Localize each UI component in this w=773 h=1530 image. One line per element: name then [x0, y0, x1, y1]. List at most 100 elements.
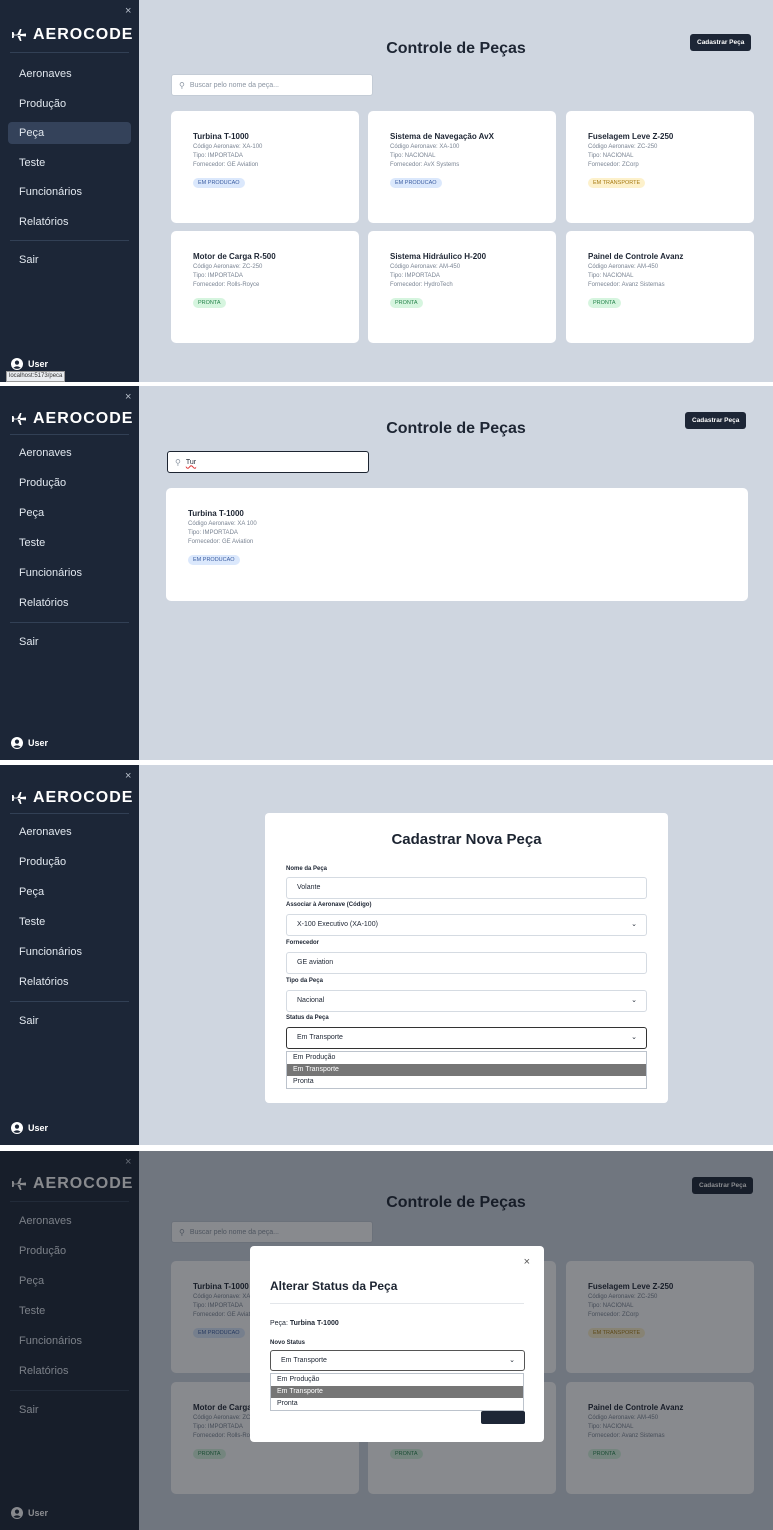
part-aircraft-code: Código Aeronave: AM-450 — [390, 264, 461, 270]
part-supplier: Fornecedor: Avanz Sistemas — [588, 282, 665, 288]
status-option[interactable]: Em Produção — [287, 1052, 646, 1064]
part-card[interactable]: Turbina T-1000 Código Aeronave: XA-100 T… — [171, 111, 359, 223]
sidebar-item-relatorios[interactable]: Relatórios — [8, 971, 131, 993]
page-title: Controle de Peças — [386, 420, 526, 437]
aircraft-label: Associar à Aeronave (Código) — [286, 902, 372, 908]
selected-part: Peça: Turbina T-1000 — [270, 1320, 339, 1327]
status-option[interactable]: Pronta — [271, 1398, 523, 1410]
part-card[interactable]: Painel de Controle Avanz Código Aeronave… — [566, 231, 754, 343]
sidebar-item-sair[interactable]: Sair — [8, 1010, 131, 1032]
part-type: Tipo: IMPORTADA — [193, 273, 243, 279]
part-name: Turbina T-1000 — [193, 132, 249, 141]
new-status-label: Novo Status — [270, 1340, 306, 1346]
confirm-button[interactable] — [481, 1411, 525, 1424]
sidebar-item-aeronaves[interactable]: Aeronaves — [8, 63, 131, 85]
sidebar: × AEROCODE Aeronaves Produção Peça Teste… — [0, 386, 139, 760]
logo: AEROCODE — [11, 789, 133, 807]
divider — [10, 434, 129, 435]
sidebar-item-funcionarios[interactable]: Funcionários — [8, 941, 131, 963]
status-badge: PRONTA — [193, 298, 226, 308]
change-status-modal: × Alterar Status da Peça Peça: Turbina T… — [250, 1246, 544, 1442]
parts-list-screen: × AEROCODE Aeronaves Produção Peça Teste… — [0, 0, 773, 382]
part-name: Sistema Hidráulico H-200 — [390, 252, 487, 261]
modal-title: Alterar Status da Peça — [270, 1279, 398, 1293]
part-aircraft-code: Código Aeronave: ZC-250 — [193, 264, 263, 270]
part-type-select[interactable]: Nacional ⌄ — [286, 990, 647, 1012]
sidebar-item-funcionarios[interactable]: Funcionários — [8, 181, 131, 203]
sidebar-item-producao[interactable]: Produção — [8, 93, 131, 115]
user-menu[interactable]: User — [11, 358, 48, 370]
sidebar-item-producao[interactable]: Produção — [8, 851, 131, 873]
sidebar-nav: Aeronaves Produção Peça Teste Funcionári… — [8, 63, 131, 279]
supplier-field[interactable]: GE aviation — [286, 952, 647, 974]
status-option-selected[interactable]: Em Transporte — [287, 1064, 646, 1076]
sidebar-item-teste[interactable]: Teste — [8, 911, 131, 933]
part-supplier: Fornecedor: AvX Systems — [390, 162, 460, 168]
sidebar-item-producao[interactable]: Produção — [8, 472, 131, 494]
part-card[interactable]: Motor de Carga R-500 Código Aeronave: ZC… — [171, 231, 359, 343]
close-sidebar-icon[interactable]: × — [125, 770, 131, 782]
aircraft-select[interactable]: X-100 Executivo (XA-100) ⌄ — [286, 914, 647, 936]
part-prefix: Peça: — [270, 1320, 290, 1327]
sidebar-item-peca[interactable]: Peça — [8, 122, 131, 144]
page-title: Controle de Peças — [386, 40, 526, 57]
part-aircraft-code: Código Aeronave: ZC-250 — [588, 144, 658, 150]
create-part-screen: × AEROCODE Aeronaves Produção Peça Teste… — [0, 765, 773, 1145]
status-option[interactable]: Pronta — [287, 1076, 646, 1088]
status-option[interactable]: Em Produção — [271, 1374, 523, 1386]
part-type-select-value: Nacional — [297, 997, 325, 1004]
user-menu[interactable]: User — [11, 737, 48, 749]
close-sidebar-icon[interactable]: × — [125, 5, 131, 17]
sidebar-item-sair[interactable]: Sair — [8, 631, 131, 653]
divider — [10, 52, 129, 53]
part-supplier: Fornecedor: HydroTech — [390, 282, 453, 288]
sidebar-item-aeronaves[interactable]: Aeronaves — [8, 442, 131, 464]
search-input[interactable]: ⚲ Buscar pelo nome da peça... — [171, 74, 373, 96]
close-icon[interactable]: × — [524, 1256, 530, 1268]
close-sidebar-icon[interactable]: × — [125, 391, 131, 403]
status-select[interactable]: Em Transporte ⌄ — [286, 1027, 647, 1049]
part-name: Fuselagem Leve Z-250 — [588, 132, 674, 141]
part-card[interactable]: Sistema Hidráulico H-200 Código Aeronave… — [368, 231, 556, 343]
sidebar-item-relatorios[interactable]: Relatórios — [8, 211, 131, 233]
sidebar-item-funcionarios[interactable]: Funcionários — [8, 562, 131, 584]
status-option-selected[interactable]: Em Transporte — [271, 1386, 523, 1398]
new-status-select[interactable]: Em Transporte ⌄ — [270, 1350, 525, 1371]
sidebar-item-sair[interactable]: Sair — [8, 249, 131, 271]
part-name-field[interactable]: Volante — [286, 877, 647, 899]
brand-name: AEROCODE — [33, 26, 134, 43]
search-input[interactable]: ⚲ Tur — [167, 451, 369, 473]
sidebar-item-teste[interactable]: Teste — [8, 532, 131, 554]
part-supplier: Fornecedor: ZCorp — [588, 162, 639, 168]
divider — [10, 240, 129, 241]
chevron-down-icon: ⌄ — [631, 921, 637, 928]
sidebar-item-teste[interactable]: Teste — [8, 152, 131, 174]
add-part-button[interactable]: Cadastrar Peça — [690, 34, 752, 51]
sidebar-item-peca[interactable]: Peça — [8, 881, 131, 903]
part-type: Tipo: NACIONAL — [588, 273, 634, 279]
part-card[interactable]: Turbina T-1000 Código Aeronave: XA 100 T… — [166, 488, 748, 601]
status-select-value: Em Transporte — [297, 1034, 343, 1041]
new-status-dropdown-list: Em Produção Em Transporte Pronta — [270, 1373, 524, 1411]
add-part-button[interactable]: Cadastrar Peça — [685, 412, 747, 429]
search-value: Tur — [185, 458, 197, 466]
status-badge: EM TRANSPORTE — [588, 178, 646, 188]
part-aircraft-code: Código Aeronave: XA-100 — [193, 144, 263, 150]
user-menu[interactable]: User — [11, 1122, 48, 1134]
sidebar-item-peca[interactable]: Peça — [8, 502, 131, 524]
airplane-icon — [12, 792, 26, 804]
sidebar-item-relatorios[interactable]: Relatórios — [8, 592, 131, 614]
status-url-tooltip: localhost:5173/peca — [6, 371, 66, 382]
sidebar: × AEROCODE Aeronaves Produção Peça Teste… — [0, 0, 139, 382]
user-avatar-icon — [11, 1122, 23, 1134]
sidebar-item-aeronaves[interactable]: Aeronaves — [8, 821, 131, 843]
part-supplier: Fornecedor: GE Aviation — [193, 162, 259, 168]
part-type: Tipo: IMPORTADA — [188, 530, 238, 536]
status-dropdown-list: Em Produção Em Transporte Pronta — [286, 1051, 647, 1089]
part-card[interactable]: Fuselagem Leve Z-250 Código Aeronave: ZC… — [566, 111, 754, 223]
status-badge: EM PRODUCAO — [188, 555, 240, 565]
part-type-label: Tipo da Peça — [286, 978, 323, 984]
part-card[interactable]: Sistema de Navegação AvX Código Aeronave… — [368, 111, 556, 223]
part-type: Tipo: NACIONAL — [390, 153, 436, 159]
sidebar: × AEROCODE Aeronaves Produção Peça Teste… — [0, 765, 139, 1145]
